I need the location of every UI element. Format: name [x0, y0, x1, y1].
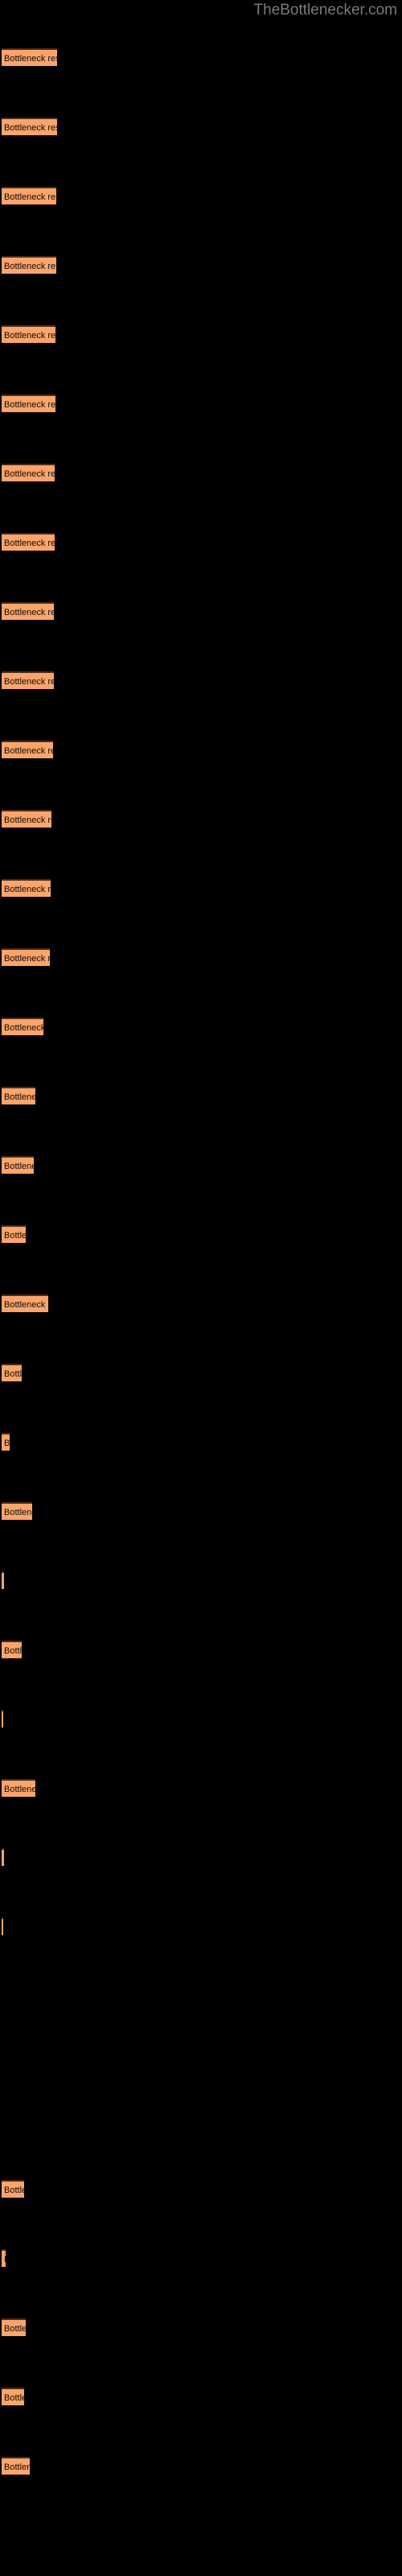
bar[interactable]: Bottleneck result: [2, 464, 55, 481]
bar-row: Bottleneck result: [0, 1502, 402, 1520]
bar-label: Bottleneck result: [4, 192, 56, 202]
bar-label: Bottleneck result: [4, 1369, 22, 1379]
bar-label: Bottleneck result: [4, 608, 54, 617]
bar[interactable]: Bottleneck result: [2, 1918, 3, 1935]
bar-label: Bottleneck result: [4, 1785, 35, 1794]
bar[interactable]: Bottleneck result: [2, 1364, 22, 1381]
bar-label: Bottleneck result: [4, 1231, 26, 1241]
bar-label: Bottleneck result: [4, 1162, 34, 1171]
bar-label: Bottleneck result: [4, 1092, 35, 1102]
bar-row: Bottleneck result: [0, 2318, 402, 2336]
bar-label: Bottleneck result: [4, 1023, 43, 1033]
bar-row: Bottleneck result: [0, 187, 402, 204]
bar-row: Bottleneck result: [0, 1156, 402, 1174]
bottleneck-bar-chart: TheBottlenecker.com Bottleneck resultBot…: [0, 0, 402, 2576]
bar[interactable]: Bottleneck result: [2, 256, 56, 274]
bar[interactable]: Bottleneck result: [2, 118, 57, 135]
bar[interactable]: Bottleneck result: [2, 2318, 26, 2336]
bar-row: Bottleneck result: [0, 1433, 402, 1451]
bar-row: Bottleneck result: [0, 810, 402, 828]
bar-label: Bottleneck result: [4, 2186, 24, 2195]
bar[interactable]: Bottleneck result: [2, 1779, 35, 1797]
bar-row: Bottleneck result: [0, 325, 402, 343]
bar-label: Bottleneck result: [4, 2256, 6, 2264]
bar-row: Bottleneck result: [0, 256, 402, 274]
bar-label: Bottleneck result: [4, 539, 55, 548]
bar[interactable]: Bottleneck result: [2, 2180, 24, 2198]
bar-label: Bottleneck result: [4, 2393, 24, 2403]
bar[interactable]: Bottleneck result: [2, 187, 56, 204]
bar[interactable]: Bottleneck result: [2, 1571, 4, 1589]
bar-row: Bottleneck result: [0, 879, 402, 897]
bar-row: Bottleneck result: [0, 2249, 402, 2267]
bar[interactable]: Bottleneck result: [2, 1156, 34, 1174]
bar-label: Bottleneck result: [4, 469, 55, 479]
bar-row: Bottleneck result: [0, 2388, 402, 2405]
bar-label: Bottleneck result: [4, 1300, 48, 1310]
bar-row: Bottleneck result: [0, 118, 402, 135]
bar-label: Bottleneck result: [4, 815, 51, 825]
bar[interactable]: Bottleneck result: [2, 325, 55, 343]
bar-label: Bottleneck result: [4, 746, 53, 756]
bar[interactable]: Bottleneck result: [2, 948, 50, 966]
bar-row: Bottleneck result: [0, 1018, 402, 1035]
bar-row: Bottleneck result: [0, 1571, 402, 1589]
bar[interactable]: Bottleneck result: [2, 810, 51, 828]
bar-row: Bottleneck result: [0, 2180, 402, 2198]
bar-label: Bottleneck result: [4, 400, 55, 410]
bar-row: Bottleneck result: [0, 1364, 402, 1381]
bar[interactable]: Bottleneck result: [2, 2388, 24, 2405]
bar-label: Bottleneck result: [4, 1508, 32, 1517]
bar[interactable]: Bottleneck result: [2, 2249, 6, 2267]
bar-label: Bottleneck result: [4, 2462, 30, 2472]
bar-row: Bottleneck result: [0, 464, 402, 481]
bar[interactable]: Bottleneck result: [2, 1018, 43, 1035]
bar[interactable]: Bottleneck result: [2, 1433, 10, 1451]
bar-row: Bottleneck result: [0, 1641, 402, 1658]
bar-label: Bottleneck result: [4, 2324, 26, 2334]
bar-row: Bottleneck result: [0, 1225, 402, 1243]
bar[interactable]: Bottleneck result: [2, 48, 57, 66]
bar[interactable]: Bottleneck result: [2, 1502, 32, 1520]
bar-label: Bottleneck result: [4, 954, 50, 964]
bar-label: Bottleneck result: [4, 1646, 22, 1656]
bar[interactable]: Bottleneck result: [2, 1225, 26, 1243]
bar-row: Bottleneck result: [0, 1294, 402, 1312]
bar[interactable]: Bottleneck result: [2, 533, 55, 551]
bar-label: Bottleneck result: [4, 885, 51, 894]
bar-label: Bottleneck result: [4, 123, 57, 133]
bar-row: Bottleneck result: [0, 602, 402, 620]
bar-row: Bottleneck result: [0, 533, 402, 551]
bar-label: Bottleneck result: [4, 54, 57, 64]
bar[interactable]: Bottleneck result: [2, 602, 54, 620]
bar-row: Bottleneck result: [0, 1779, 402, 1797]
bar[interactable]: Bottleneck result: [2, 1641, 22, 1658]
bar[interactable]: Bottleneck result: [2, 2457, 30, 2475]
bar-row: Bottleneck result: [0, 2457, 402, 2475]
bar-label: Bottleneck result: [4, 331, 55, 341]
bar[interactable]: Bottleneck result: [2, 879, 51, 897]
bar-row: Bottleneck result: [0, 1918, 402, 1935]
bar-label: Bottleneck result: [4, 262, 56, 271]
bar-row: Bottleneck result: [0, 1087, 402, 1104]
bar-label: Bottleneck result: [4, 677, 54, 687]
bar-row: Bottleneck result: [0, 1848, 402, 1866]
bar[interactable]: Bottleneck result: [2, 1087, 35, 1104]
bar-row: Bottleneck result: [0, 741, 402, 758]
bar-row: Bottleneck result: [0, 48, 402, 66]
bar-row: Bottleneck result: [0, 1710, 402, 1728]
bar[interactable]: Bottleneck result: [2, 1848, 4, 1866]
bar[interactable]: Bottleneck result: [2, 741, 53, 758]
bar[interactable]: Bottleneck result: [2, 1710, 3, 1728]
bar-row: Bottleneck result: [0, 671, 402, 689]
bar-row: Bottleneck result: [0, 948, 402, 966]
bars-layer: Bottleneck result Bottleneck result Bottle…: [0, 0, 402, 2576]
bar-row: Bottleneck result: [0, 394, 402, 412]
bar-label: Bottleneck result: [4, 1439, 10, 1448]
bar[interactable]: Bottleneck result: [2, 1294, 48, 1312]
bar[interactable]: Bottleneck result: [2, 394, 55, 412]
bar[interactable]: Bottleneck result: [2, 671, 54, 689]
